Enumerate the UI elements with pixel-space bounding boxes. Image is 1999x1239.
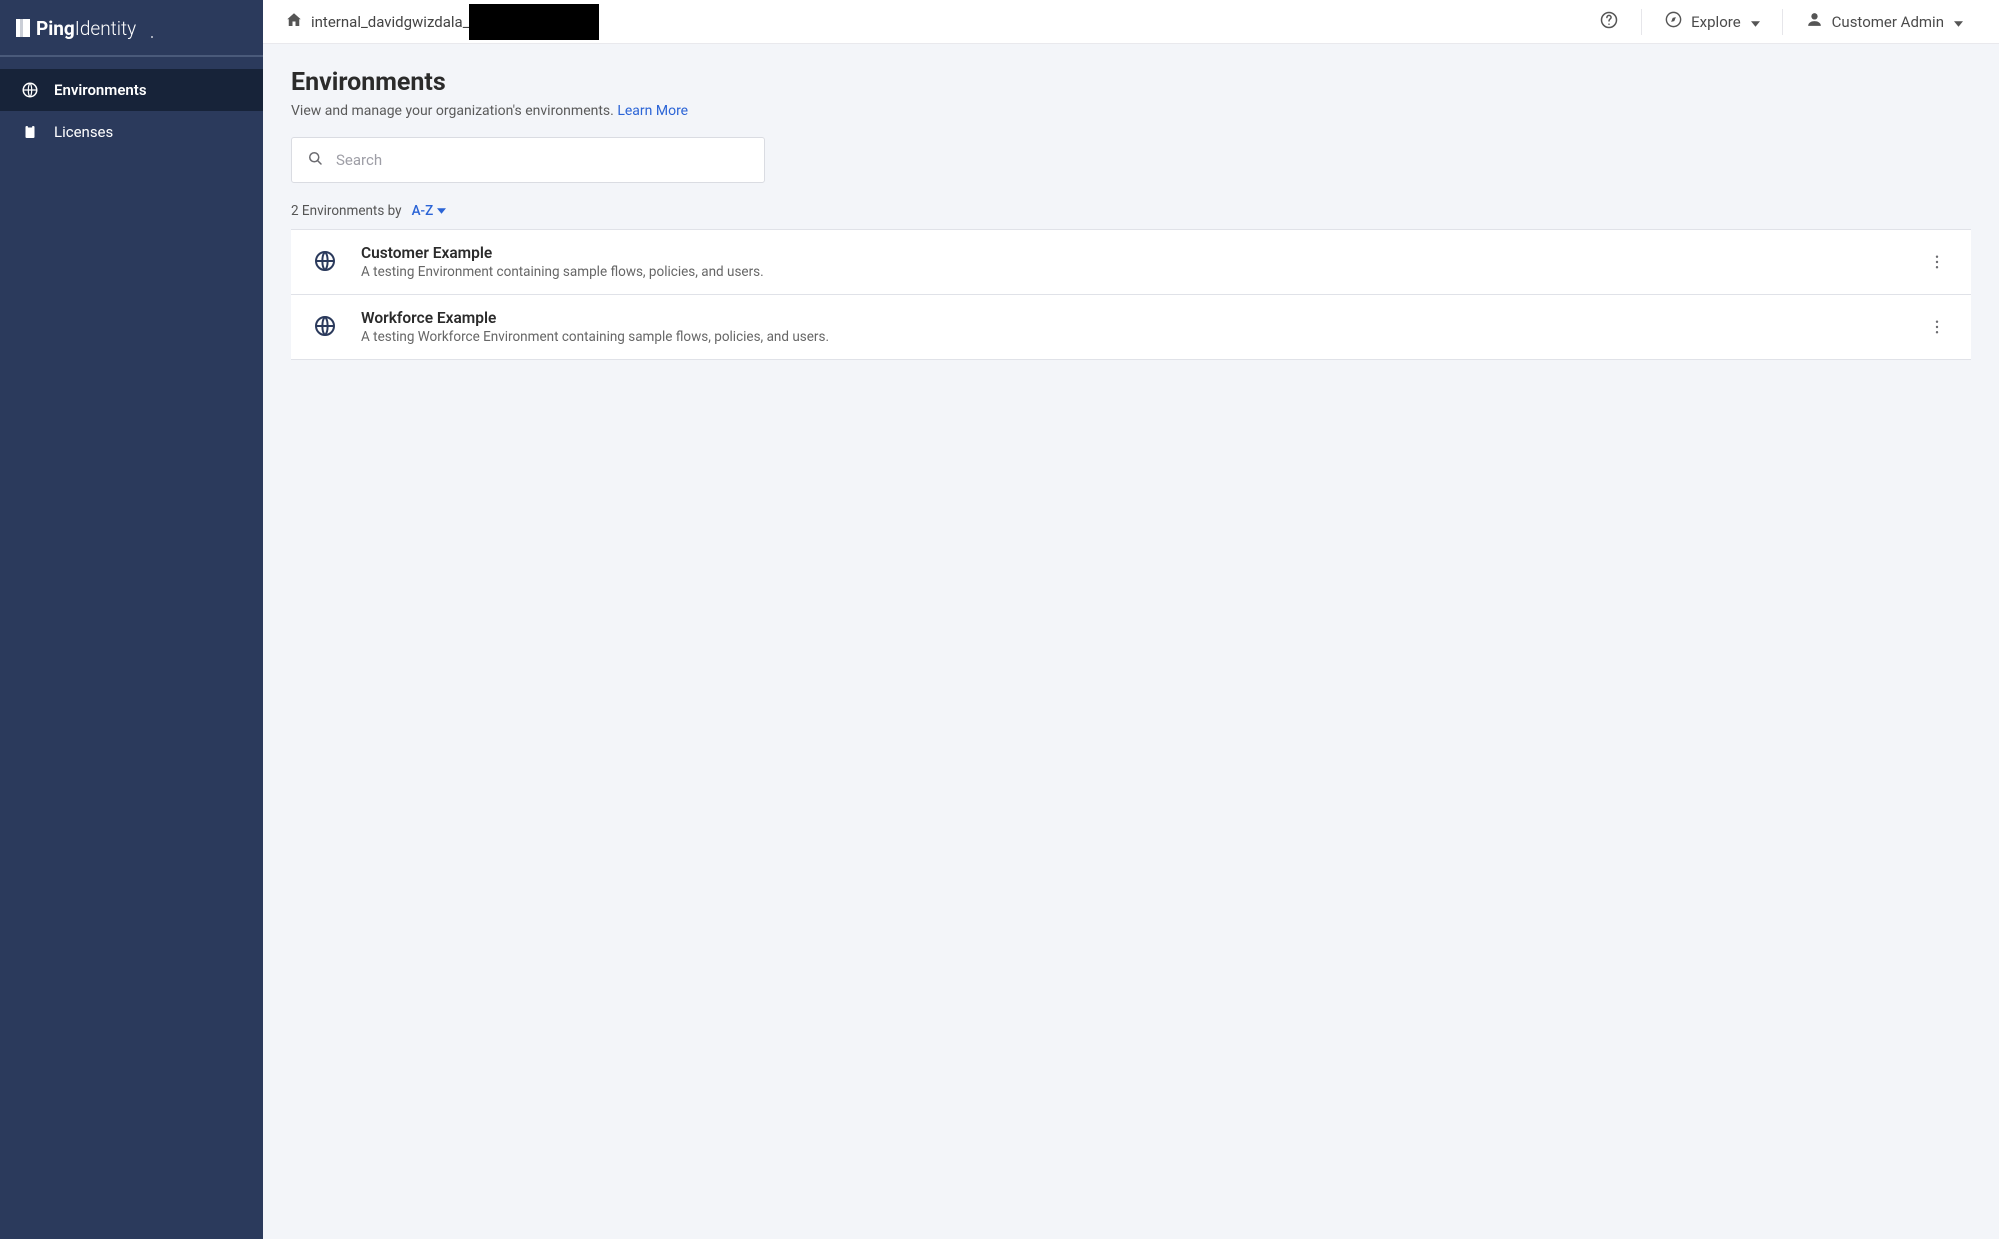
count-label: 2 Environments by [291, 203, 402, 219]
account-dropdown[interactable]: Customer Admin [1783, 0, 1985, 44]
more-vertical-icon [1928, 318, 1946, 336]
home-icon [285, 11, 303, 33]
caret-down-icon [1954, 13, 1963, 31]
environments-list: Customer Example A testing Environment c… [291, 229, 1971, 360]
top-bar: internal_davidgwizdala_ Explore Customer… [263, 0, 1999, 44]
environment-name: Customer Example [361, 244, 1903, 262]
sidebar-item-label: Environments [54, 81, 147, 99]
environment-row[interactable]: Customer Example A testing Environment c… [291, 229, 1971, 295]
environment-name: Workforce Example [361, 309, 1903, 327]
sort-dropdown[interactable]: A-Z [412, 203, 447, 219]
row-more-button[interactable] [1925, 315, 1949, 339]
page-title: Environments [291, 68, 1971, 97]
svg-text:PingIdentity: PingIdentity [36, 17, 136, 40]
explore-label: Explore [1691, 13, 1741, 31]
help-button[interactable] [1577, 0, 1641, 44]
sidebar-item-label: Licenses [54, 123, 113, 141]
breadcrumb-redacted [469, 4, 599, 40]
sidebar: PingIdentity Environments Licenses [0, 0, 263, 1239]
page-subtitle: View and manage your organization's envi… [291, 103, 1971, 119]
search-box [291, 137, 765, 183]
sidebar-item-licenses[interactable]: Licenses [0, 111, 263, 153]
learn-more-link[interactable]: Learn More [617, 103, 688, 119]
content-area: Environments View and manage your organi… [263, 44, 1999, 1239]
environment-description: A testing Workforce Environment containi… [361, 329, 1903, 345]
account-label: Customer Admin [1832, 13, 1944, 31]
search-icon [306, 149, 324, 171]
breadcrumb-text: internal_davidgwizdala_ [311, 13, 469, 31]
globe-icon [313, 249, 339, 275]
environment-row[interactable]: Workforce Example A testing Workforce En… [291, 294, 1971, 360]
more-vertical-icon [1928, 253, 1946, 271]
explore-dropdown[interactable]: Explore [1642, 0, 1782, 44]
list-meta: 2 Environments by A-Z [291, 203, 1971, 219]
user-icon [1805, 10, 1824, 33]
sidebar-nav: Environments Licenses [0, 57, 263, 153]
globe-icon [313, 314, 339, 340]
caret-down-icon [437, 208, 446, 214]
clipboard-icon [20, 122, 40, 142]
question-circle-icon [1599, 10, 1619, 34]
brand-logo[interactable]: PingIdentity [0, 0, 263, 57]
search-input[interactable] [336, 151, 750, 169]
sidebar-item-environments[interactable]: Environments [0, 69, 263, 111]
compass-icon [1664, 10, 1683, 33]
breadcrumb[interactable]: internal_davidgwizdala_ [285, 11, 469, 33]
caret-down-icon [1751, 13, 1760, 31]
environment-description: A testing Environment containing sample … [361, 264, 1903, 280]
globe-ring-icon [20, 80, 40, 100]
row-more-button[interactable] [1925, 250, 1949, 274]
